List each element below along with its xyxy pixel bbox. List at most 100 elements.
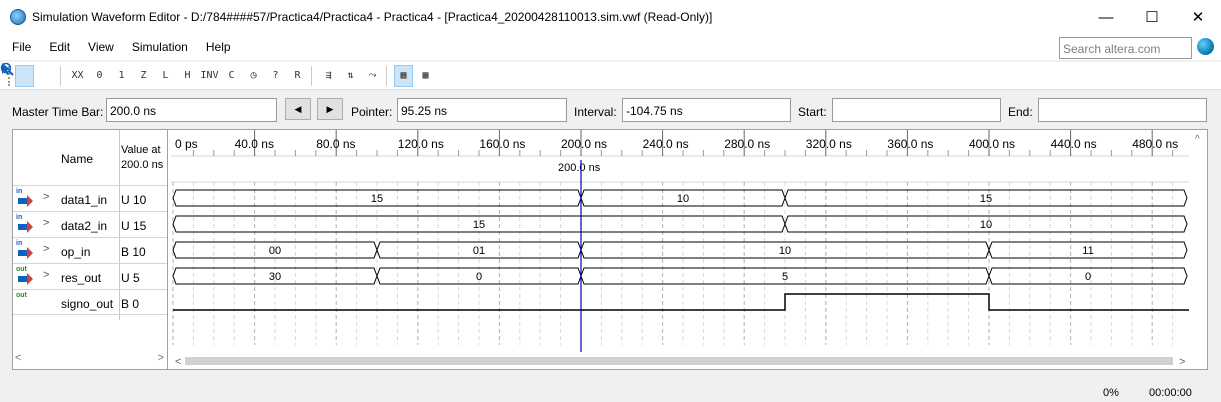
end-field[interactable] (1038, 98, 1207, 122)
time-axis-label: 160.0 ns (479, 137, 525, 151)
time-axis-label: 360.0 ns (887, 137, 933, 151)
bus-value-label: 01 (473, 245, 485, 257)
weak-low-icon[interactable]: L (156, 65, 175, 87)
bus-value-label: 5 (782, 271, 788, 283)
signal-row-data2-in[interactable]: in > data2_in U 15 (13, 211, 167, 237)
status-bar: 0% 00:00:00 (0, 384, 1221, 402)
time-bar-row: Master Time Bar: 200.0 ns ◀ ▶ Pointer: 9… (0, 96, 1221, 124)
name-column-header[interactable]: Name (61, 152, 93, 166)
signal-name: data2_in (61, 219, 108, 233)
master-time-bar-label: Master Time Bar: (12, 105, 104, 119)
interval-field[interactable]: -104.75 ns (622, 98, 791, 122)
value-header-line1: Value at (121, 144, 161, 156)
menu-view[interactable]: View (82, 40, 120, 54)
selection-tool-icon[interactable] (2, 63, 34, 87)
next-transition-button[interactable]: ▶ (317, 98, 343, 120)
previous-transition-button[interactable]: ◀ (285, 98, 311, 120)
random-values-icon[interactable]: R (288, 65, 307, 87)
interval-label: Interval: (574, 105, 617, 119)
bus-value-label: 10 (980, 219, 992, 231)
signal-row-data1-in[interactable]: in > data1_in U 10 (13, 185, 167, 211)
menu-simulation[interactable]: Simulation (126, 40, 194, 54)
maximize-button[interactable]: ☐ (1129, 0, 1175, 34)
signal-value: U 10 (121, 193, 147, 207)
bus-value-label: 30 (269, 271, 281, 283)
bus-value-label: 11 (1082, 245, 1093, 257)
grid-display-icon[interactable]: ▦ (394, 64, 413, 87)
scroll-right-icon[interactable]: > (158, 352, 164, 364)
forcing-high-icon[interactable]: 1 (112, 65, 131, 87)
window-title: Simulation Waveform Editor - D:/784####5… (32, 10, 713, 24)
time-axis-label: 480.0 ns (1132, 137, 1178, 151)
window-controls: — ☐ ✕ (1083, 0, 1221, 34)
menu-bar: File Edit View Simulation Help (0, 34, 1221, 60)
value-header-line2: 200.0 ns (121, 159, 164, 171)
weak-high-icon[interactable]: H (178, 65, 197, 87)
waveform-area[interactable]: 0 ps 40.0 ns 80.0 ns 120.0 ns 160.0 ns 200.0 … (171, 130, 1207, 369)
toolbar-separator (311, 65, 312, 86)
minimize-button[interactable]: — (1083, 0, 1129, 34)
time-axis-label: 40.0 ns (235, 137, 274, 151)
time-axis-label: 440.0 ns (1051, 137, 1097, 151)
bit-waveform (173, 293, 1189, 311)
signal-value: B 0 (121, 297, 140, 311)
quartus-app-icon (10, 9, 26, 25)
bus-value-label: 10 (677, 193, 689, 205)
time-bar-icon[interactable]: ▩ (416, 65, 435, 87)
value-column-header[interactable]: Value at 200.0 ns (121, 143, 167, 173)
pointer-field[interactable]: 95.25 ns (397, 98, 567, 122)
time-axis-label: 200.0 ns (561, 137, 607, 151)
forcing-unknown-icon[interactable]: XX (68, 65, 87, 87)
signal-name: res_out (61, 271, 102, 285)
arbitrary-value-icon[interactable]: ? (266, 65, 285, 87)
search-input[interactable]: Search altera.com (1059, 37, 1192, 59)
snap-to-grid-icon[interactable]: ⇶ (319, 65, 338, 87)
count-value-icon[interactable]: C (222, 65, 241, 87)
menu-help[interactable]: Help (200, 40, 237, 54)
scroll-left-icon: < (175, 356, 181, 368)
bus-value-label: 15 (980, 193, 992, 205)
globe-icon[interactable] (1197, 38, 1214, 55)
expand-chevron-icon[interactable]: > (43, 191, 49, 203)
forcing-low-icon[interactable]: 0 (90, 65, 109, 87)
input-pin-icon: in (16, 240, 33, 259)
signal-row-res-out[interactable]: out > res_out U 5 (13, 263, 167, 289)
signal-name: data1_in (61, 193, 108, 207)
sort-icon[interactable]: ⇅ (341, 65, 360, 87)
bus-value-label: 00 (269, 245, 281, 257)
master-time-bar-label: 200.0 ns (558, 162, 601, 174)
pointer-label: Pointer: (351, 105, 393, 119)
zoom-tool-icon[interactable] (0, 62, 56, 87)
close-button[interactable]: ✕ (1175, 0, 1221, 34)
master-time-bar-field[interactable]: 200.0 ns (106, 98, 277, 122)
toolbar-separator (386, 65, 387, 86)
bus-value-label: 10 (779, 245, 791, 257)
group-icon[interactable]: ⤳ (363, 65, 382, 87)
scroll-left-icon[interactable]: < (15, 352, 21, 364)
clock-icon[interactable]: ◷ (244, 65, 263, 87)
expand-chevron-icon[interactable]: > (43, 243, 49, 255)
time-axis-label: 0 ps (175, 137, 198, 151)
high-impedance-icon[interactable]: Z (134, 65, 153, 87)
toolbar-separator (60, 65, 61, 86)
expand-chevron-icon[interactable]: > (43, 217, 49, 229)
invert-icon[interactable]: INV (200, 65, 219, 87)
signal-list-hscrollbar[interactable]: < > (13, 352, 167, 368)
expand-chevron-icon[interactable]: > (43, 269, 49, 281)
time-axis-label: 320.0 ns (806, 137, 852, 151)
scroll-up-icon: ^ (1195, 134, 1200, 145)
menu-file[interactable]: File (6, 40, 37, 54)
waveform-toolbar: XX 0 1 Z L H INV C ◷ ? R ⇶ ⇅ ⤳ ▦ ▩ (0, 62, 1221, 90)
start-field[interactable] (832, 98, 1001, 122)
time-axis-label: 240.0 ns (643, 137, 689, 151)
signal-row-signo-out[interactable]: out signo_out B 0 (13, 289, 167, 315)
waveform-panel: Name Value at 200.0 ns in > data1_in U 1… (12, 129, 1208, 370)
signal-value: U 15 (121, 219, 147, 233)
elapsed-time-text: 00:00:00 (1149, 387, 1192, 399)
menu-edit[interactable]: Edit (43, 40, 76, 54)
output-pin-icon: out (16, 266, 33, 285)
signal-row-op-in[interactable]: in > op_in B 10 (13, 237, 167, 263)
bus-value-label: 0 (1085, 271, 1091, 283)
waveform-canvas[interactable]: 0 ps 40.0 ns 80.0 ns 120.0 ns 160.0 ns 200.0 … (171, 130, 1207, 369)
bus-value-label: 15 (473, 219, 485, 231)
